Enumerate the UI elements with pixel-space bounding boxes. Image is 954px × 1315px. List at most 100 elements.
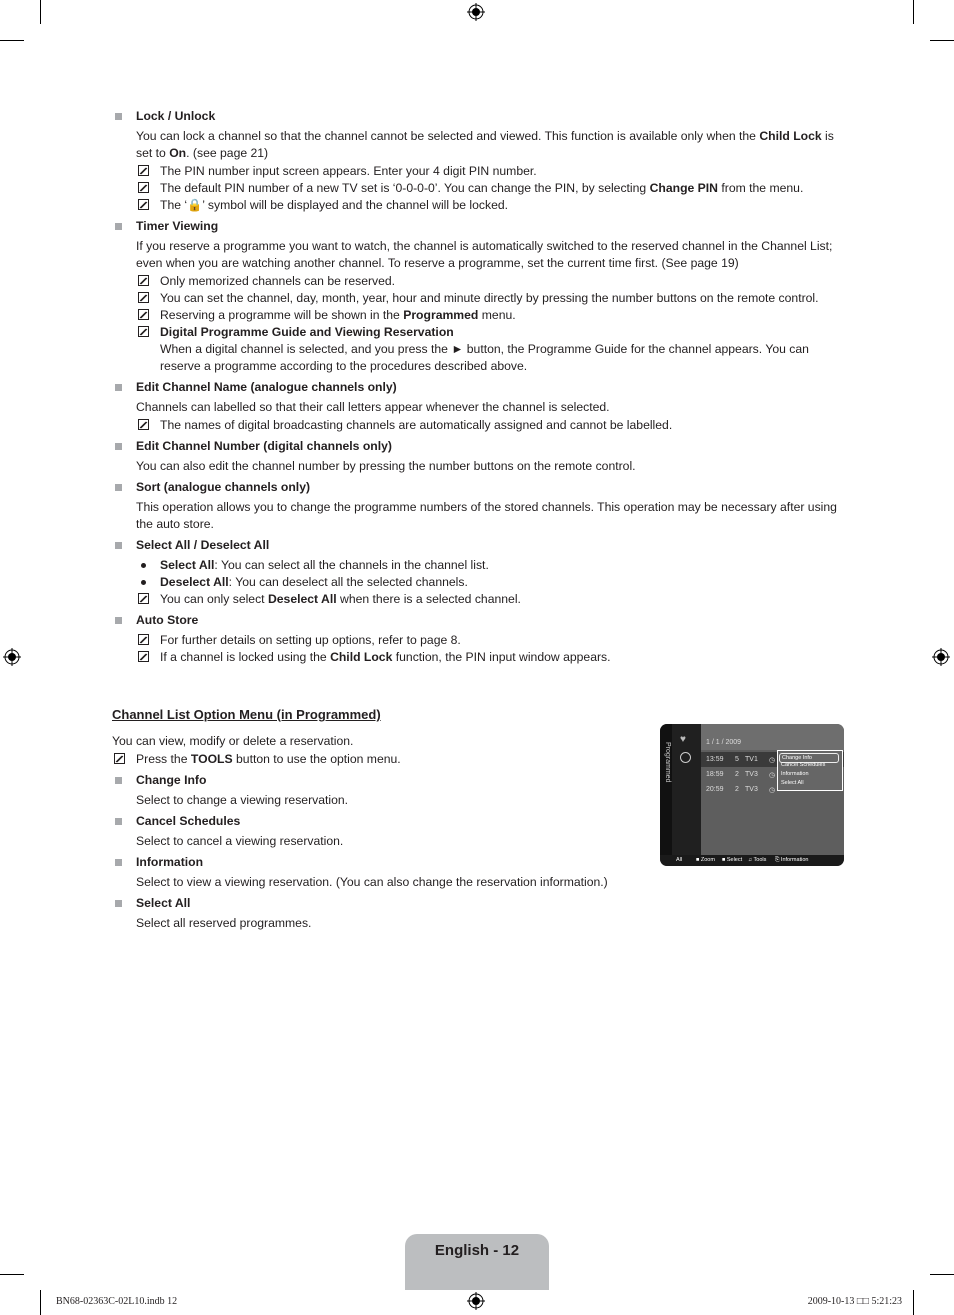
option-title: Change Info [136,773,207,787]
paragraph: You can lock a channel so that the chann… [136,129,834,160]
row-channel: TV3 [745,786,758,793]
main-content: Lock / Unlock You can lock a channel so t… [112,108,842,670]
paragraph: This operation allows you to change the … [136,500,837,531]
timer-icon: ◷ [769,757,776,764]
registration-mark-icon [467,3,485,21]
note-text: The ‘🔒’ symbol will be displayed and the… [160,198,509,212]
option-menu-section: Channel List Option Menu (in Programmed)… [112,690,652,936]
square-bullet-icon [115,617,122,624]
note-icon [138,199,149,210]
timer-icon: ◷ [769,787,776,794]
section: Sort (analogue channels only) This operat… [112,479,842,533]
option-description: Select to view a viewing reservation. (Y… [136,875,608,889]
note-icon [138,593,149,604]
paragraph: Channels can labelled so that their call… [136,400,610,414]
row-channel: TV1 [745,756,758,763]
note: Digital Programme Guide and Viewing Rese… [136,324,842,341]
footer-select: ■ Select [722,857,743,863]
side-label: Programmed [664,742,671,783]
crop-mark [0,40,24,41]
paragraph: You can also edit the channel number by … [136,459,636,473]
note-text: The default PIN number of a new TV set i… [160,181,804,195]
note: The PIN number input screen appears. Ent… [136,163,842,180]
note-text: If a channel is locked using the Child L… [160,650,611,664]
square-bullet-icon [115,818,122,825]
note-text: You can only select Deselect All when th… [160,592,521,606]
row-number: 2 [735,771,739,778]
crop-mark [930,40,954,41]
tv-date: 1 / 1 / 2009 [706,739,742,746]
square-bullet-icon [115,223,122,230]
note: Only memorized channels can be reserved. [136,273,842,290]
section-title: Lock / Unlock [136,109,216,123]
tv-option-menu: Change Info Cancel Schedules Information Se… [777,750,843,791]
row-number: 2 [735,786,739,793]
note-icon [138,292,149,303]
section-title: Timer Viewing [136,219,219,233]
bullet-item: Select All: You can select all the chann… [136,557,842,574]
note-text: Only memorized channels can be reserved. [160,274,396,288]
square-bullet-icon [115,384,122,391]
square-bullet-icon [115,113,122,120]
note: You can set the channel, day, month, yea… [136,290,842,307]
option-description: Select to cancel a viewing reservation. [136,834,344,848]
section: Select All / Deselect All Select All: You… [112,537,842,608]
section-title: Auto Store [136,613,199,627]
footer-zoom: ■ Zoom [696,857,715,863]
note-icon [138,182,149,193]
page-label: English - 12 [434,1242,520,1259]
tv-screen-illustration: Programmed ♥ 1 / 1 / 2009 13:59 5 TV1 ◷ 18:5… [660,724,844,866]
note: Press the TOOLS button to use the option… [112,751,652,768]
crop-mark [40,1290,41,1315]
crop-mark [913,1290,914,1315]
option-description: Select to change a viewing reservation. [136,793,349,807]
section: Timer Viewing If you reserve a programme … [112,218,842,375]
paragraph: If you reserve a programme you want to w… [136,239,833,270]
row-time: 13:59 [706,756,724,763]
note: Reserving a programme will be shown in t… [136,307,842,324]
square-bullet-icon [115,443,122,450]
note-text: You can set the channel, day, month, yea… [160,291,819,305]
footer-all: All [676,857,683,863]
row-time: 20:59 [706,786,724,793]
square-bullet-icon [115,859,122,866]
file-info: BN68-02363C-02L10.indb 12 [56,1296,178,1307]
note-text: For further details on setting up option… [160,633,461,647]
clock-icon [680,752,691,763]
note: If a channel is locked using the Child L… [136,649,842,666]
section: Edit Channel Number (digital channels on… [112,438,842,475]
note-icon [138,309,149,320]
square-bullet-icon [115,900,122,907]
note: The default PIN number of a new TV set i… [136,180,842,197]
tv-menu-item: Select All [781,780,804,786]
note-text: The PIN number input screen appears. Ent… [160,164,537,178]
section: Lock / Unlock You can lock a channel so t… [112,108,842,214]
intro-text: You can view, modify or delete a reserva… [112,734,354,748]
tv-side-bar: Programmed [660,724,672,855]
section-title: Sort (analogue channels only) [136,480,311,494]
option-description: Select all reserved programmes. [136,916,312,930]
option-title: Select All [136,896,191,910]
section-title: Edit Channel Number (digital channels on… [136,439,392,453]
note-text: Reserving a programme will be shown in t… [160,308,516,322]
timestamp: 2009-10-13 □□ 5:21:23 [807,1296,902,1307]
option-item: Cancel Schedules Select to cancel a viewi… [112,813,652,850]
note: The ‘🔒’ symbol will be displayed and the… [136,197,842,214]
row-time: 18:59 [706,771,724,778]
registration-mark-icon [3,648,21,666]
crop-mark [40,0,41,24]
crop-mark [0,1274,24,1275]
tv-header [701,724,844,750]
registration-mark-icon [932,648,950,666]
note: You can only select Deselect All when th… [136,591,842,608]
square-bullet-icon [115,484,122,491]
option-title: Cancel Schedules [136,814,241,828]
note-icon [138,419,149,430]
square-bullet-icon [115,777,122,784]
option-item: Change Info Select to change a viewing re… [112,772,652,809]
note-icon [138,651,149,662]
note-icon [114,753,125,764]
section-title: Select All / Deselect All [136,538,270,552]
crop-mark [930,1274,954,1275]
section-title: Edit Channel Name (analogue channels onl… [136,380,397,394]
